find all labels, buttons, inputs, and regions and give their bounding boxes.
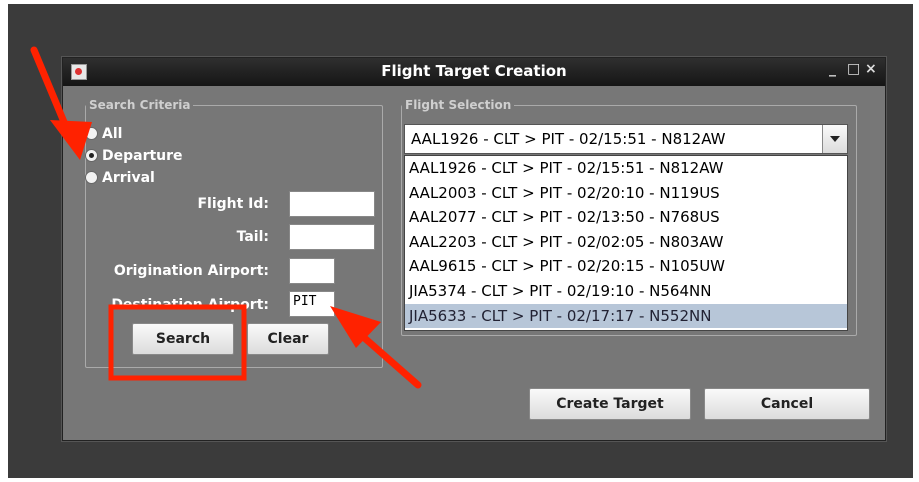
radio-departure[interactable]: Departure [85, 148, 183, 164]
flight-option-highlighted[interactable]: JIA5633 - CLT > PIT - 02/17:17 - N552NN [405, 303, 847, 329]
destination-airport-input[interactable]: PIT [289, 291, 335, 317]
radio-all[interactable]: All [85, 126, 122, 142]
search-button[interactable]: Search [132, 323, 234, 355]
title-bar[interactable]: Flight Target Creation _ □ × [63, 58, 885, 86]
flight-selection-combo[interactable]: AAL1926 - CLT > PIT - 02/15:51 - N812AW [404, 124, 848, 154]
destination-airport-label: Destination Airport: [111, 297, 269, 313]
close-icon[interactable]: × [865, 61, 877, 77]
chevron-down-icon[interactable] [822, 125, 847, 153]
minimize-icon[interactable]: _ [829, 61, 836, 77]
create-target-button[interactable]: Create Target [529, 388, 691, 420]
radio-arrival-button[interactable] [85, 170, 98, 184]
flight-selection-selected: AAL1926 - CLT > PIT - 02/15:51 - N812AW [411, 130, 726, 148]
radio-all-button[interactable] [85, 126, 98, 140]
radio-departure-label: Departure [102, 148, 183, 164]
tail-input[interactable] [289, 224, 375, 250]
tail-label: Tail: [236, 229, 269, 245]
search-criteria-legend: Search Criteria [89, 98, 191, 112]
flight-option[interactable]: AAL1926 - CLT > PIT - 02/15:51 - N812AW [405, 156, 847, 181]
radio-departure-button[interactable] [85, 148, 98, 162]
flight-option[interactable]: AAL2003 - CLT > PIT - 02/20:10 - N119US [405, 181, 847, 206]
flight-id-input[interactable] [289, 191, 375, 217]
flight-option[interactable]: AAL2203 - CLT > PIT - 02/02:05 - N803AW [405, 230, 847, 255]
flight-id-label: Flight Id: [197, 196, 269, 212]
maximize-icon[interactable]: □ [847, 61, 860, 77]
radio-all-label: All [102, 126, 123, 142]
origination-airport-label: Origination Airport: [113, 263, 269, 279]
cancel-button[interactable]: Cancel [704, 388, 870, 420]
flight-selection-dropdown-list[interactable]: AAL1926 - CLT > PIT - 02/15:51 - N812AW … [404, 155, 848, 331]
flight-selection-legend: Flight Selection [405, 98, 512, 112]
flight-option[interactable]: AAL9615 - CLT > PIT - 02/20:15 - N105UW [405, 254, 847, 279]
flight-option[interactable]: AAL2077 - CLT > PIT - 02/13:50 - N768US [405, 205, 847, 230]
window-title: Flight Target Creation [381, 62, 567, 80]
origination-airport-input[interactable] [289, 258, 335, 284]
clear-button[interactable]: Clear [247, 323, 329, 355]
radio-arrival[interactable]: Arrival [85, 170, 155, 186]
radio-arrival-label: Arrival [102, 170, 155, 186]
flight-option[interactable]: JIA5374 - CLT > PIT - 02/19:10 - N564NN [405, 279, 847, 304]
